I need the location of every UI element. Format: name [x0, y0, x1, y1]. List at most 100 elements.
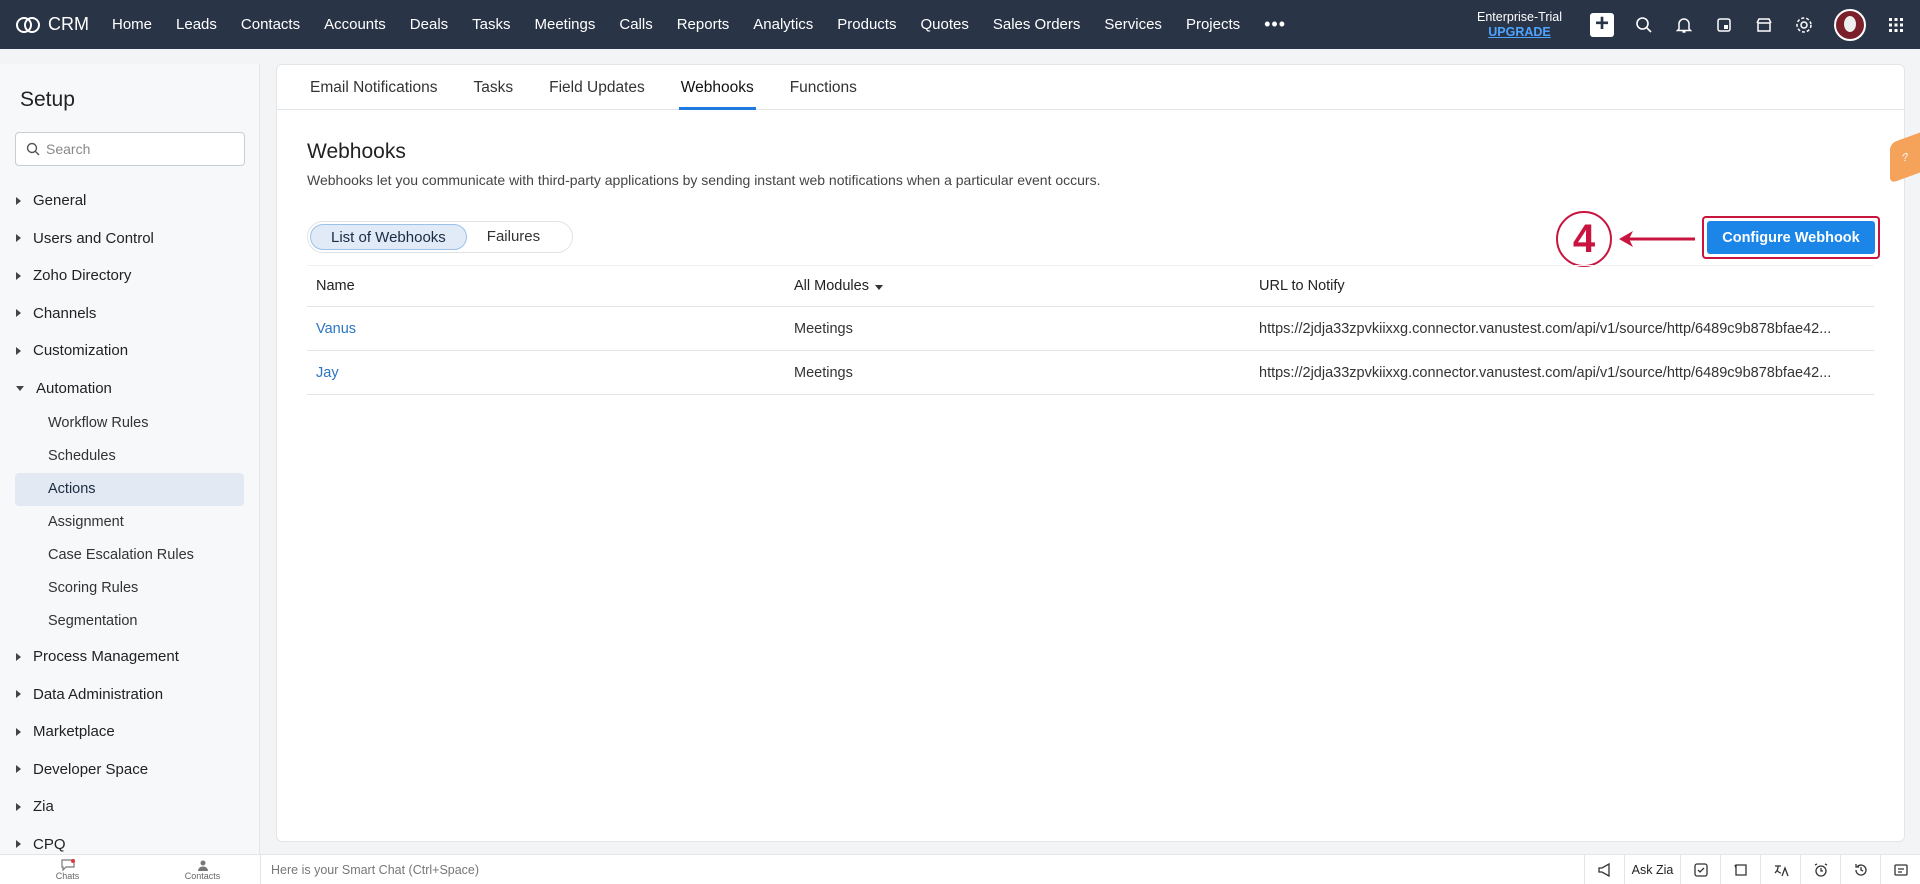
sidebar-section-zia[interactable]: Zia: [0, 788, 259, 826]
annotation-arrow-icon: [1619, 231, 1695, 247]
feedback-icon[interactable]: [1880, 855, 1920, 884]
configure-webhook-highlight: Configure Webhook: [1702, 216, 1880, 259]
configure-webhook-button[interactable]: Configure Webhook: [1707, 221, 1875, 254]
nav-calls[interactable]: Calls: [607, 16, 664, 33]
nav-analytics[interactable]: Analytics: [741, 16, 825, 33]
nav-sales-orders[interactable]: Sales Orders: [981, 16, 1093, 33]
nav-home[interactable]: Home: [100, 16, 164, 33]
sidebar-section-zoho-directory[interactable]: Zoho Directory: [0, 257, 259, 295]
ask-zia-button[interactable]: Ask Zia: [1624, 855, 1680, 884]
search-icon[interactable]: [1634, 15, 1654, 35]
tab-email-notifications[interactable]: Email Notifications: [310, 65, 438, 109]
tab-tasks[interactable]: Tasks: [474, 65, 514, 109]
chevron-right-icon: [16, 765, 21, 774]
create-new-button[interactable]: +: [1590, 11, 1614, 37]
chevron-right-icon: [16, 802, 21, 811]
calendar-icon[interactable]: [1714, 15, 1734, 35]
module-filter-dropdown[interactable]: All Modules: [794, 278, 1250, 294]
history-icon[interactable]: [1840, 855, 1880, 884]
sidebar-section-label: Automation: [36, 379, 112, 397]
sidebar-section-general[interactable]: General: [0, 182, 259, 220]
alarm-clock-icon[interactable]: [1800, 855, 1840, 884]
sidebar-item-assignment[interactable]: Assignment: [15, 506, 244, 539]
more-modules-button[interactable]: •••: [1252, 14, 1298, 35]
sidebar-section-label: CPQ: [33, 835, 66, 853]
chevron-right-icon: [16, 271, 21, 280]
webhooks-table: Name All Modules URL to Notify Vanus Meet…: [307, 265, 1874, 395]
top-navigation-bar: CRM Home Leads Contacts Accounts Deals Tasks M…: [0, 0, 1920, 49]
sidebar-item-scoring-rules[interactable]: Scoring Rules: [15, 572, 244, 605]
setup-sidebar: Setup Search General Users and Control Zoh…: [0, 64, 260, 854]
nav-contacts[interactable]: Contacts: [229, 16, 312, 33]
sidebar-item-workflow-rules[interactable]: Workflow Rules: [15, 407, 244, 440]
nav-tasks[interactable]: Tasks: [460, 16, 522, 33]
sidebar-section-label: Zoho Directory: [33, 267, 132, 285]
user-avatar[interactable]: [1834, 8, 1866, 41]
webhook-name-cell: Vanus: [307, 321, 785, 337]
sidebar-section-channels[interactable]: Channels: [0, 295, 259, 333]
table-body: Vanus Meetings https://2jdja33zpvkiixxg.co…: [307, 307, 1874, 395]
settings-gear-icon[interactable]: [1794, 15, 1814, 35]
table-row[interactable]: Jay Meetings https://2jdja33zpvkiixxg.conn…: [307, 351, 1874, 395]
nav-products[interactable]: Products: [825, 16, 908, 33]
table-row[interactable]: Vanus Meetings https://2jdja33zpvkiixxg.co…: [307, 307, 1874, 351]
sidebar-item-actions[interactable]: Actions: [15, 473, 244, 506]
page-description: Webhooks let you communicate with third-…: [307, 172, 1101, 188]
automation-tabs: Email Notifications Tasks Field Updates Web…: [277, 65, 1904, 110]
webhook-name-link[interactable]: Jay: [316, 365, 339, 381]
chevron-right-icon: [16, 234, 21, 243]
sidebar-section-data-administration[interactable]: Data Administration: [0, 676, 259, 714]
nav-services[interactable]: Services: [1092, 16, 1174, 33]
failures-toggle[interactable]: Failures: [467, 224, 560, 250]
sidebar-section-process-management[interactable]: Process Management: [0, 638, 259, 676]
announcement-icon[interactable]: [1584, 855, 1624, 884]
upgrade-link[interactable]: UPGRADE: [1477, 25, 1562, 40]
contacts-label: Contacts: [184, 870, 221, 881]
marketplace-icon[interactable]: [1754, 15, 1774, 35]
chevron-right-icon: [16, 652, 21, 661]
nav-leads[interactable]: Leads: [164, 16, 229, 33]
list-of-webhooks-toggle[interactable]: List of Webhooks: [310, 224, 467, 250]
setup-menu: General Users and Control Zoho Directory Ch…: [0, 182, 259, 863]
sidebar-section-label: Customization: [33, 342, 129, 360]
sidebar-section-label: Marketplace: [33, 723, 115, 741]
nav-meetings[interactable]: Meetings: [523, 16, 608, 33]
bottom-bar: Chats Contacts Here is your Smart Chat (…: [0, 854, 1920, 884]
chat-bubble-icon: [60, 858, 75, 871]
sidebar-item-schedules[interactable]: Schedules: [15, 440, 244, 473]
smart-chat-input[interactable]: Here is your Smart Chat (Ctrl+Space): [260, 855, 1584, 884]
nav-quotes[interactable]: Quotes: [908, 16, 980, 33]
nav-deals[interactable]: Deals: [398, 16, 460, 33]
notification-bell-icon[interactable]: [1674, 15, 1694, 35]
search-placeholder: Search: [46, 141, 91, 157]
tab-webhooks[interactable]: Webhooks: [678, 65, 756, 110]
app-grid-icon[interactable]: [1886, 15, 1906, 35]
sidebar-item-case-escalation-rules[interactable]: Case Escalation Rules: [15, 539, 244, 572]
sidebar-section-customization[interactable]: Customization: [0, 332, 259, 370]
sidebar-section-marketplace[interactable]: Marketplace: [0, 713, 259, 751]
setup-search-input[interactable]: Search: [15, 132, 245, 166]
contacts-button[interactable]: Contacts: [135, 859, 270, 881]
webhook-name-link[interactable]: Vanus: [316, 321, 356, 337]
sidebar-item-segmentation[interactable]: Segmentation: [15, 605, 244, 638]
nav-accounts[interactable]: Accounts: [312, 16, 398, 33]
webhook-module-cell: Meetings: [794, 320, 853, 337]
sidebar-section-label: Zia: [33, 798, 54, 816]
nav-reports[interactable]: Reports: [665, 16, 742, 33]
search-icon: [26, 142, 40, 156]
crm-logo-icon: [16, 16, 40, 33]
tab-functions[interactable]: Functions: [790, 65, 857, 109]
nav-projects[interactable]: Projects: [1174, 16, 1252, 33]
sidebar-section-developer-space[interactable]: Developer Space: [0, 751, 259, 789]
translate-icon[interactable]: [1760, 855, 1800, 884]
sidebar-section-automation[interactable]: Automation: [0, 370, 259, 408]
recent-items-icon[interactable]: [1720, 855, 1760, 884]
tab-field-updates[interactable]: Field Updates: [549, 65, 645, 109]
webhook-name-cell: Jay: [307, 365, 785, 381]
signals-icon[interactable]: [1680, 855, 1720, 884]
sidebar-section-label: Channels: [33, 304, 97, 322]
chats-button[interactable]: Chats: [0, 858, 135, 881]
crm-logo[interactable]: CRM: [0, 14, 100, 35]
sidebar-section-users-and-control[interactable]: Users and Control: [0, 220, 259, 258]
setup-title: Setup: [20, 88, 75, 111]
